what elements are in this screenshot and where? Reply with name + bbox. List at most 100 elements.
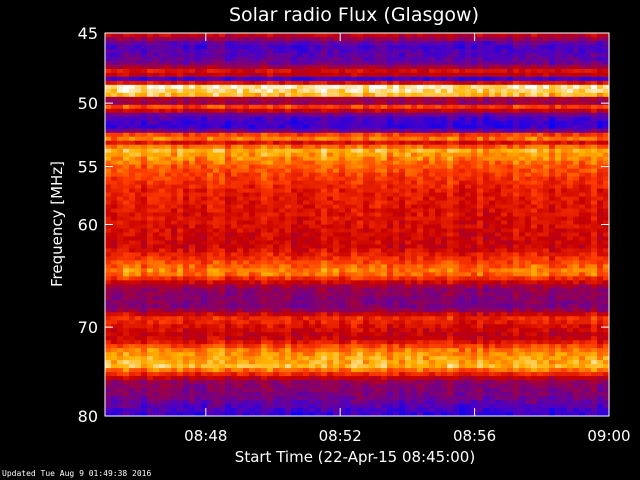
heatmap-cell [477,48,484,54]
heatmap-cell [495,132,502,138]
heatmap-cell [375,88,382,94]
heatmap-cell [483,76,490,82]
heatmap-cell [261,52,268,58]
heatmap-cell [147,48,154,54]
heatmap-cell [435,80,442,86]
heatmap-cell [159,268,166,273]
heatmap-cell [123,128,130,134]
heatmap-cell [429,204,436,210]
heatmap-cell [141,96,148,102]
heatmap-cell [219,52,226,58]
heatmap-cell [315,236,322,242]
heatmap-cell [573,136,580,142]
heatmap-cell [513,36,520,42]
heatmap-cell [549,108,556,114]
heatmap-cell [237,124,244,130]
heatmap-cell [591,260,598,265]
heatmap-cell [219,172,226,178]
heatmap-cell [171,100,178,106]
heatmap-cell [189,48,196,54]
heatmap-cell [477,124,484,130]
heatmap-cell [333,168,340,174]
heatmap-cell [135,248,142,254]
heatmap-cell [567,128,574,134]
heatmap-cell [543,148,550,154]
heatmap-cell [591,252,598,258]
heatmap-cell [279,124,286,130]
heatmap-cell [135,124,142,130]
heatmap-cell [591,256,598,262]
heatmap-cell [585,156,592,162]
heatmap-cell [459,208,466,214]
heatmap-cell [591,33,598,38]
heatmap-cell [189,220,196,226]
heatmap-cell [399,172,406,178]
heatmap-cell [357,260,364,265]
heatmap-cell [153,124,160,130]
heatmap-cell [537,76,544,82]
heatmap-cell [231,60,238,66]
heatmap-cell [579,264,586,269]
heatmap-cell [447,112,454,118]
heatmap-cell [429,248,436,254]
heatmap-cell [159,124,166,130]
heatmap-cell [183,128,190,134]
heatmap-cell [405,48,412,54]
heatmap-cell [351,132,358,138]
heatmap-cell [381,184,388,190]
heatmap-cell [153,164,160,170]
heatmap-cell [483,60,490,66]
heatmap-cell [213,80,220,86]
heatmap-cell [315,172,322,178]
heatmap-cell [501,180,508,186]
heatmap-cell [243,192,250,198]
heatmap-cell [195,144,202,150]
heatmap-cell [225,196,232,202]
heatmap-cell [225,232,232,238]
heatmap-cell [339,216,346,222]
heatmap-cell [261,152,268,158]
heatmap-cell [501,244,508,250]
heatmap-cell [471,208,478,214]
heatmap-cell [159,160,166,166]
heatmap-cell [369,84,376,90]
heatmap-cell [591,232,598,238]
heatmap-cell [237,180,244,186]
heatmap-cell [561,188,568,194]
heatmap-cell [345,268,352,273]
heatmap-cell [465,124,472,130]
heatmap-cell [207,56,214,62]
heatmap-cell [225,124,232,130]
heatmap-cell [219,96,226,102]
heatmap-cell [291,152,298,158]
heatmap-cell [255,244,262,250]
heatmap-cell [387,152,394,158]
heatmap-cell [531,76,538,82]
heatmap-cell [381,56,388,62]
heatmap-cell [279,144,286,150]
heatmap-cell [333,108,340,114]
heatmap-cell [255,128,262,134]
heatmap-cell [345,140,352,146]
heatmap-cell [261,240,268,246]
heatmap-cell [321,172,328,178]
heatmap-cell [471,44,478,50]
heatmap-cell [561,212,568,218]
heatmap-cell [525,156,532,162]
heatmap-cell [381,76,388,82]
heatmap-cell [159,216,166,222]
heatmap-cell [501,140,508,146]
heatmap-cell [249,72,256,78]
heatmap-cell [357,212,364,218]
heatmap-cell [459,244,466,250]
heatmap-cell [159,72,166,78]
heatmap-cell [375,184,382,190]
heatmap-cell [315,196,322,202]
heatmap-cell [327,252,334,258]
heatmap-cell [519,220,526,226]
heatmap-cell [273,192,280,198]
heatmap-cell [261,184,268,190]
heatmap-cell [153,136,160,142]
heatmap-cell [207,136,214,142]
heatmap-cell [351,52,358,58]
